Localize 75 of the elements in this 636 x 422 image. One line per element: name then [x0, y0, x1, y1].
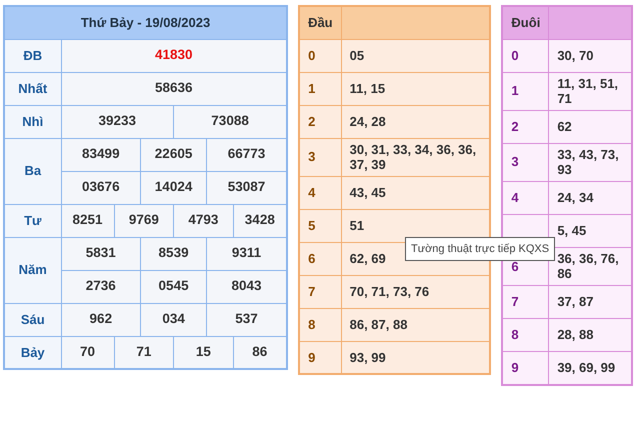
prize-number: 5831	[61, 237, 141, 270]
prize-number: 034	[140, 303, 207, 336]
prize-number: 4793	[174, 204, 234, 237]
prize-number: 2736	[61, 270, 141, 303]
digit-label: 8	[502, 318, 549, 352]
digit-label: 2	[299, 105, 342, 138]
number-list: 33, 43, 73, 93	[548, 143, 632, 182]
prize-label: Tư	[4, 204, 61, 237]
digit-label: 3	[299, 138, 342, 176]
digit-label: 4	[502, 181, 549, 214]
prize-number: 73088	[174, 105, 288, 138]
prize-number: 71	[114, 336, 174, 369]
number-list: 30, 70	[548, 39, 632, 72]
prize-label: Nhất	[4, 72, 61, 105]
prize-number: 83499	[61, 138, 141, 171]
prize-number: 53087	[206, 171, 288, 204]
prize-number: 537	[206, 303, 288, 336]
prize-number: 39233	[61, 105, 174, 138]
number-list: 24, 34	[548, 181, 632, 214]
prize-label: Sáu	[4, 303, 61, 336]
prize-number: 0545	[140, 270, 207, 303]
column-heading: Đuôi	[502, 6, 549, 39]
number-list: 28, 88	[548, 318, 632, 352]
number-list: 86, 87, 88	[341, 308, 490, 342]
prize-number: 03676	[61, 171, 141, 204]
number-list: 39, 69, 99	[548, 352, 632, 385]
prize-number: 15	[174, 336, 234, 369]
number-list: 11, 31, 51, 71	[548, 72, 632, 110]
digit-label: 1	[299, 72, 342, 105]
number-list: 36, 36, 76, 86	[548, 247, 632, 286]
prize-number: 3428	[233, 204, 288, 237]
prize-number: 86	[233, 336, 288, 369]
prize-number: 9769	[114, 204, 174, 237]
prize-number: 14024	[140, 171, 207, 204]
prize-number: 58636	[61, 72, 288, 105]
prize-label: ĐB	[4, 39, 61, 72]
prize-number: 70	[61, 336, 114, 369]
prize-number: 9311	[206, 237, 288, 270]
digit-label: 9	[299, 341, 342, 374]
digit-label: 0	[299, 39, 342, 72]
digit-label: 5	[299, 209, 342, 242]
prize-number: 8251	[61, 204, 114, 237]
tooltip: Tường thuật trực tiếp KQXS	[405, 237, 556, 262]
prize-number: 41830	[61, 39, 288, 72]
number-list: 05	[341, 39, 490, 72]
prize-label: Bảy	[4, 336, 61, 369]
digit-label: 0	[502, 39, 549, 72]
table-title: Thứ Bảy - 19/08/2023	[4, 6, 288, 39]
number-list: 37, 87	[548, 286, 632, 319]
digit-label: 1	[502, 72, 549, 110]
prize-number: 66773	[206, 138, 288, 171]
column-heading: Đầu	[299, 6, 342, 39]
number-list: 30, 31, 33, 34, 36, 36, 37, 39	[341, 138, 490, 176]
number-list: 11, 15	[341, 72, 490, 105]
prize-number: 8539	[140, 237, 207, 270]
number-list: 5, 45	[548, 214, 632, 248]
number-list: 62	[548, 110, 632, 144]
digit-label: 8	[299, 308, 342, 342]
prize-number: 8043	[206, 270, 288, 303]
prize-label: Ba	[4, 138, 61, 204]
digit-label: 7	[299, 275, 342, 308]
digit-label: 2	[502, 110, 549, 144]
number-list: 24, 28	[341, 105, 490, 138]
digit-label: 7	[502, 286, 549, 319]
number-list: 70, 71, 73, 76	[341, 275, 490, 308]
digit-label: 4	[299, 176, 342, 210]
prize-number: 22605	[140, 138, 207, 171]
digit-label: 6	[299, 242, 342, 276]
prize-label: Năm	[4, 237, 61, 303]
number-list: 93, 99	[341, 341, 490, 374]
digit-label: 3	[502, 143, 549, 182]
number-list: 43, 45	[341, 176, 490, 210]
digit-label: 9	[502, 352, 549, 385]
prize-number: 962	[61, 303, 141, 336]
prize-label: Nhì	[4, 105, 61, 138]
